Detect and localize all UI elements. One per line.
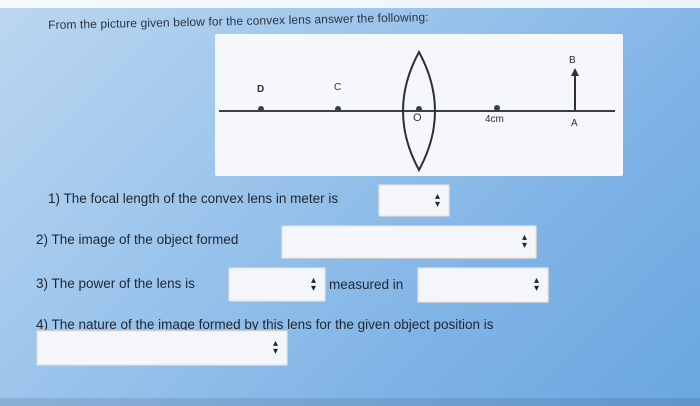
label-b: B	[569, 55, 576, 66]
question-1-text: 1) The focal length of the convex lens i…	[48, 191, 339, 206]
top-edge	[0, 0, 700, 8]
label-a: A	[571, 118, 578, 129]
question-2-text: 2) The image of the object formed	[36, 232, 239, 247]
object-arrowhead	[571, 68, 579, 76]
up-down-chevron-icon: ▴ ▾	[533, 275, 539, 294]
point-c	[335, 106, 341, 112]
label-o: O	[413, 112, 422, 124]
point-d	[258, 106, 264, 112]
up-down-chevron-icon: ▴ ▾	[310, 274, 316, 294]
question-3-text: 3) The power of the lens is	[36, 276, 195, 291]
up-down-chevron-icon: ▴ ▾	[434, 190, 440, 210]
up-down-chevron-icon: ▴ ▾	[521, 232, 527, 251]
measured-in-text: measured in	[329, 277, 404, 292]
power-select[interactable]: ▴ ▾	[228, 267, 326, 302]
lens-diagram-svg: D C O 4cm B A	[219, 49, 615, 173]
question-prompt: From the picture given below for the con…	[48, 10, 429, 32]
up-down-chevron-icon: ▴ ▾	[272, 338, 278, 357]
focal-length-select[interactable]: ▴ ▾	[378, 184, 450, 217]
label-c: C	[334, 82, 341, 93]
bottom-edge	[0, 398, 700, 406]
point-4cm	[494, 105, 500, 111]
label-d: D	[257, 84, 264, 95]
label-distance: 4cm	[485, 114, 504, 125]
power-unit-select[interactable]: ▴ ▾	[417, 267, 549, 303]
lens-diagram: D C O 4cm B A	[215, 34, 623, 176]
nature-select[interactable]: ▴ ▾	[36, 330, 288, 366]
image-formed-select[interactable]: ▴ ▾	[281, 225, 537, 259]
